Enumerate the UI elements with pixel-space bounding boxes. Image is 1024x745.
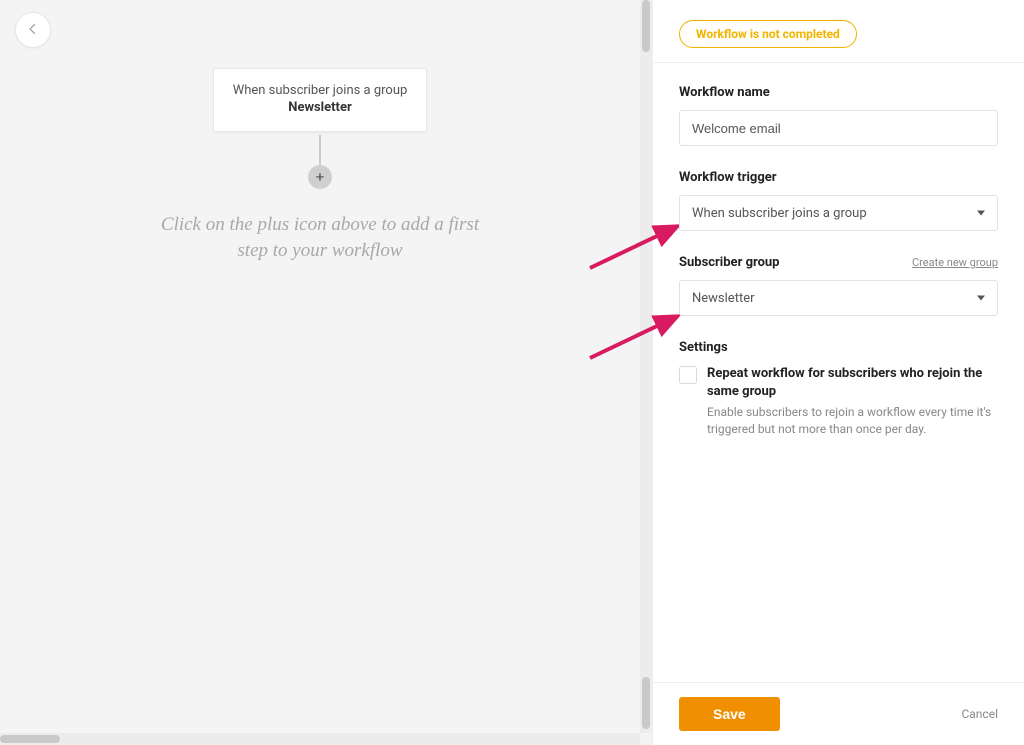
- subscriber-group-select[interactable]: Newsletter: [679, 280, 998, 316]
- canvas-hint-text: Click on the plus icon above to add a fi…: [110, 212, 530, 263]
- hint-line-1: Click on the plus icon above to add a fi…: [161, 214, 479, 235]
- subscriber-group-label: Subscriber group: [679, 255, 780, 270]
- scrollbar-track: [640, 0, 652, 733]
- workflow-trigger-value: When subscriber joins a group: [692, 206, 867, 221]
- workflow-trigger-field: Workflow trigger When subscriber joins a…: [679, 170, 998, 231]
- node-connector: [319, 135, 321, 169]
- panel-body: Workflow name Workflow trigger When subs…: [653, 63, 1024, 682]
- arrow-left-icon: [26, 21, 40, 40]
- repeat-workflow-description: Enable subscribers to rejoin a workflow …: [707, 404, 998, 439]
- workflow-name-input[interactable]: [679, 110, 998, 146]
- workflow-canvas: When subscriber joins a group Newsletter…: [0, 0, 652, 745]
- hint-line-2: step to your workflow: [237, 240, 402, 261]
- settings-section: Settings Repeat workflow for subscribers…: [679, 340, 998, 439]
- canvas-vertical-scrollbar[interactable]: [640, 0, 652, 733]
- canvas-viewport: When subscriber joins a group Newsletter…: [0, 0, 640, 733]
- settings-panel: Workflow is not completed Workflow name …: [652, 0, 1024, 745]
- save-button[interactable]: Save: [679, 697, 780, 731]
- trigger-node[interactable]: When subscriber joins a group Newsletter: [213, 68, 427, 132]
- cancel-button[interactable]: Cancel: [961, 707, 998, 721]
- repeat-workflow-label: Repeat workflow for subscribers who rejo…: [707, 365, 998, 400]
- subscriber-group-value: Newsletter: [692, 291, 755, 306]
- repeat-workflow-text: Repeat workflow for subscribers who rejo…: [707, 365, 998, 439]
- chevron-down-icon: [977, 211, 985, 216]
- chevron-down-icon: [977, 296, 985, 301]
- panel-header: Workflow is not completed: [653, 0, 1024, 62]
- scrollbar-thumb-left[interactable]: [0, 735, 60, 743]
- status-badge: Workflow is not completed: [679, 20, 857, 48]
- repeat-workflow-option: Repeat workflow for subscribers who rejo…: [679, 365, 998, 439]
- app-root: When subscriber joins a group Newsletter…: [0, 0, 1024, 745]
- add-step-button[interactable]: +: [308, 165, 332, 189]
- workflow-trigger-select[interactable]: When subscriber joins a group: [679, 195, 998, 231]
- settings-heading: Settings: [679, 340, 998, 355]
- scrollbar-thumb-bottom[interactable]: [642, 677, 650, 729]
- plus-icon: +: [316, 170, 325, 185]
- scrollbar-thumb-top[interactable]: [642, 0, 650, 52]
- back-button[interactable]: [15, 12, 51, 48]
- trigger-node-title: When subscriber joins a group: [224, 83, 416, 98]
- workflow-trigger-label: Workflow trigger: [679, 170, 998, 185]
- create-new-group-link[interactable]: Create new group: [912, 256, 998, 269]
- panel-footer: Save Cancel: [653, 682, 1024, 745]
- trigger-node-value: Newsletter: [224, 100, 416, 115]
- subscriber-group-field: Subscriber group Create new group Newsle…: [679, 255, 998, 316]
- repeat-workflow-checkbox[interactable]: [679, 366, 697, 384]
- workflow-name-label: Workflow name: [679, 85, 998, 100]
- canvas-horizontal-scrollbar[interactable]: [0, 733, 640, 745]
- workflow-name-field: Workflow name: [679, 85, 998, 146]
